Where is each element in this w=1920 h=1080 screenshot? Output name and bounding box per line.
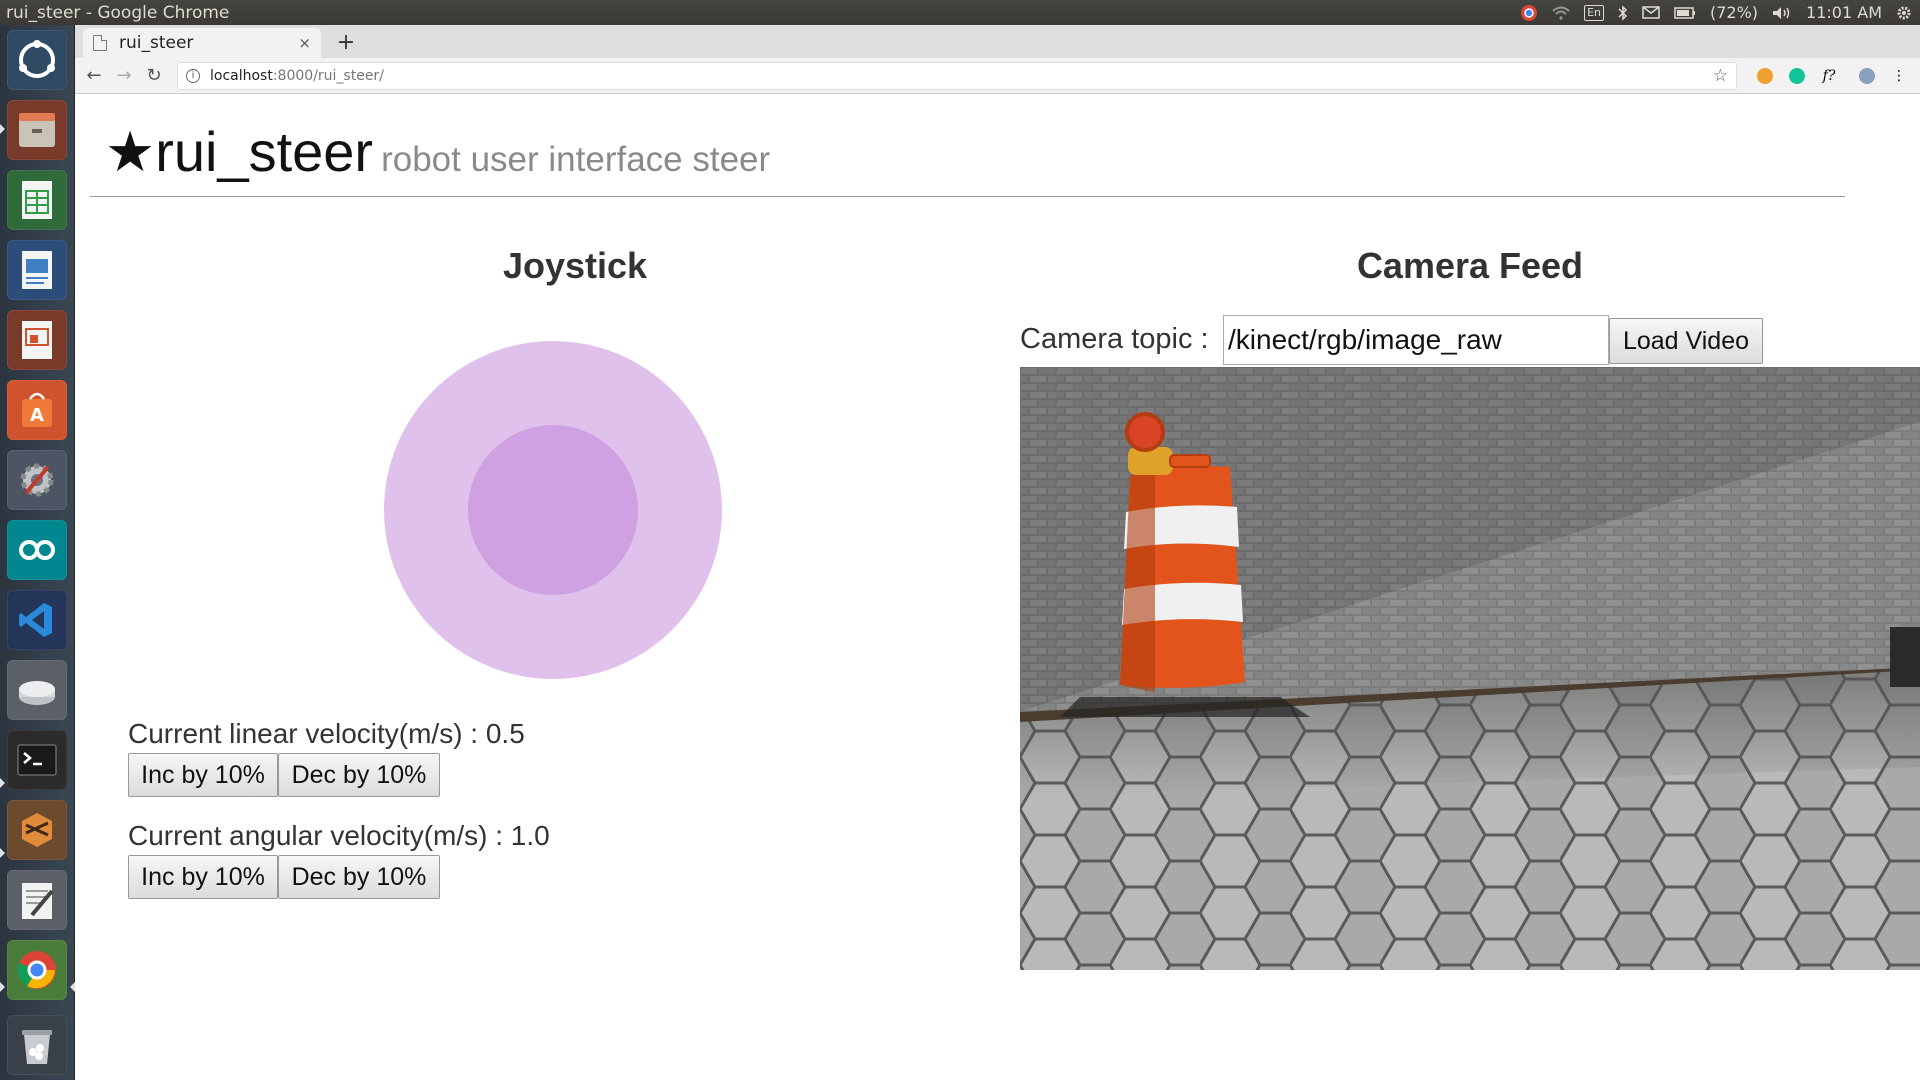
running-indicator (0, 778, 5, 788)
forward-arrow-icon[interactable]: → (109, 61, 139, 91)
indicator-area: En (72%) 11:01 AM (1520, 3, 1920, 22)
extension-cookie-icon[interactable] (1753, 64, 1777, 88)
page-title: ★rui_steer robot user interface steer (105, 119, 770, 185)
tab-close-icon[interactable]: × (298, 34, 311, 52)
page-content: ★rui_steer robot user interface steer Joy… (75, 95, 1920, 1080)
window-title: rui_steer - Google Chrome (6, 2, 230, 23)
svg-text:A: A (30, 405, 44, 426)
terminal-icon[interactable] (7, 730, 67, 790)
browser-window: rui_steer × + ← → ↻ i localhost :8000/ru… (75, 25, 1920, 1080)
new-tab-button[interactable]: + (333, 29, 359, 55)
writer-icon[interactable] (7, 240, 67, 300)
browser-toolbar: ← → ↻ i localhost :8000/rui_steer/ ☆ f? … (75, 58, 1920, 94)
system-settings-icon[interactable] (7, 450, 67, 510)
page-header: ★rui_steer robot user interface steer (90, 115, 1845, 197)
impress-icon[interactable] (7, 310, 67, 370)
battery-icon[interactable] (1674, 6, 1696, 19)
joystick-handle[interactable] (468, 425, 638, 595)
url-path: :8000/rui_steer/ (272, 67, 384, 84)
spreadsheet-icon[interactable] (7, 170, 67, 230)
disk-icon[interactable] (7, 660, 67, 720)
chrome-indicator-icon[interactable] (1520, 4, 1538, 22)
angular-velocity-label: Current angular velocity(m/s) : 1.0 (128, 820, 550, 851)
volume-icon[interactable] (1772, 6, 1792, 20)
bookmark-star-icon[interactable]: ☆ (1713, 66, 1728, 86)
camera-feed-title: Camera Feed (1356, 245, 1584, 286)
brand-name: rui_steer (155, 120, 374, 183)
load-video-button[interactable]: Load Video (1609, 318, 1763, 364)
camera-topic-input[interactable] (1223, 315, 1609, 365)
linear-dec-button[interactable]: Dec by 10% (278, 753, 440, 797)
power-gear-icon[interactable] (1896, 5, 1912, 21)
keyboard-layout-indicator[interactable]: En (1584, 4, 1604, 21)
system-top-bar: rui_steer - Google Chrome En (72%) 11:01… (0, 0, 1920, 25)
grammarly-icon[interactable] (1785, 64, 1809, 88)
text-editor-icon[interactable] (7, 870, 67, 930)
bluetooth-icon[interactable] (1618, 4, 1628, 21)
linear-inc-button[interactable]: Inc by 10% (128, 753, 278, 797)
trash-icon[interactable] (7, 1015, 67, 1075)
chrome-icon[interactable] (7, 940, 67, 1000)
joystick-base[interactable] (384, 341, 722, 679)
vscode-icon[interactable] (7, 590, 67, 650)
files-icon[interactable] (7, 100, 67, 160)
tab-rui-steer[interactable]: rui_steer × (83, 28, 321, 58)
address-bar[interactable]: i localhost :8000/rui_steer/ ☆ (177, 61, 1737, 90)
running-indicator (0, 982, 5, 992)
camera-topic-label: Camera topic : (1020, 323, 1209, 355)
linear-velocity-label: Current linear velocity(m/s) : 0.5 (128, 718, 525, 749)
menu-dots-icon[interactable]: ⋮ (1887, 64, 1911, 88)
camera-feed-video (1020, 367, 1920, 970)
star-icon: ★ (105, 120, 156, 183)
sublime-icon[interactable] (7, 800, 67, 860)
back-arrow-icon[interactable]: ← (79, 61, 109, 91)
mail-icon[interactable] (1642, 6, 1660, 19)
angular-inc-button[interactable]: Inc by 10% (128, 855, 278, 899)
reload-icon[interactable]: ↻ (139, 61, 169, 91)
page-subtitle: robot user interface steer (381, 140, 771, 179)
ubuntu-dash-icon[interactable] (7, 30, 67, 90)
camera-feed-image (1020, 367, 1920, 970)
arduino-icon[interactable] (7, 520, 67, 580)
page-icon (93, 35, 107, 51)
running-indicator (0, 124, 5, 134)
info-icon[interactable]: i (186, 68, 200, 83)
running-indicator (0, 848, 5, 858)
clock[interactable]: 11:01 AM (1806, 3, 1882, 22)
wifi-icon[interactable] (1552, 6, 1570, 20)
url-host: localhost (210, 67, 273, 84)
profile-avatar[interactable] (1855, 64, 1879, 88)
angular-dec-button[interactable]: Dec by 10% (278, 855, 440, 899)
software-center-icon[interactable]: A (7, 380, 67, 440)
tab-title: rui_steer (119, 33, 194, 53)
tab-strip: rui_steer × + (75, 25, 1920, 58)
joystick-title: Joystick (502, 245, 648, 286)
launcher: A (0, 25, 75, 1080)
font-finder-icon[interactable]: f? (1817, 64, 1841, 88)
battery-percent: (72%) (1710, 3, 1759, 22)
